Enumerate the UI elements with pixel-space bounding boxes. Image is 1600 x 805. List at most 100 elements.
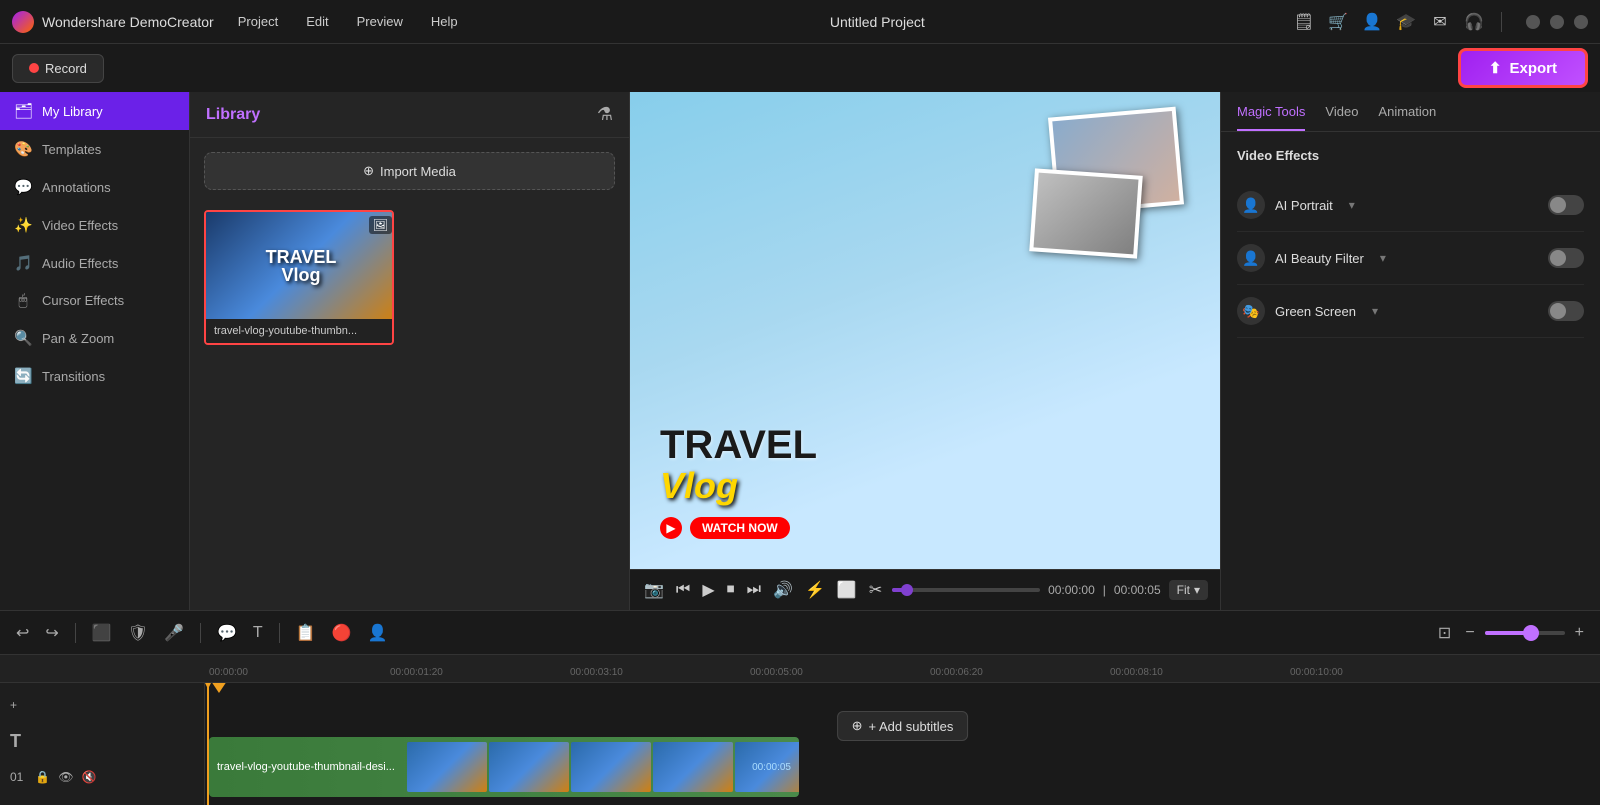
ai-portrait-chevron[interactable]: ▾: [1349, 198, 1355, 212]
undo-button[interactable]: ↩: [12, 619, 33, 647]
zoom-out-button[interactable]: −: [1461, 620, 1478, 646]
filter-icon[interactable]: ⚗: [597, 104, 613, 125]
watch-now-button[interactable]: ▶ WATCH NOW: [660, 517, 817, 539]
clip-thumb-1: [407, 742, 487, 792]
next-frame-button[interactable]: ⏭: [745, 579, 763, 601]
preview-panel: TRAVEL Vlog ▶ WATCH NOW 📷 ⏮ ▶: [630, 92, 1220, 610]
transitions-icon: 🔄: [14, 367, 32, 385]
comment-button[interactable]: 💬: [213, 619, 241, 647]
ai-beauty-label: AI Beauty Filter: [1275, 251, 1364, 266]
stop-button[interactable]: ⏹: [725, 579, 737, 601]
ai-beauty-filter-info: 👤 AI Beauty Filter ▾: [1237, 244, 1386, 272]
fit-frame-button[interactable]: ⊡: [1434, 619, 1455, 647]
menu-project[interactable]: Project: [234, 12, 282, 31]
cut-button[interactable]: ✂: [867, 578, 884, 602]
mute-icon[interactable]: 🔇: [82, 770, 97, 784]
media-thumbnail: TRAVELVlog 🖼: [206, 212, 394, 319]
import-media-button[interactable]: ⊕ Import Media: [204, 152, 615, 190]
fit-button[interactable]: Fit ▾: [1169, 580, 1208, 600]
mail-icon[interactable]: ✉: [1429, 11, 1451, 33]
preview-text-overlay: TRAVEL Vlog ▶ WATCH NOW: [660, 425, 817, 539]
record-button[interactable]: Record: [12, 54, 104, 83]
sidebar-item-templates[interactable]: 🎨 Templates: [0, 130, 189, 168]
ai-beauty-chevron[interactable]: ▾: [1380, 251, 1386, 265]
tab-magic-tools[interactable]: Magic Tools: [1237, 104, 1305, 131]
copy2-button[interactable]: 🔴: [328, 619, 356, 647]
video-clip[interactable]: travel-vlog-youtube-thumbnail-desi... 00…: [209, 737, 799, 797]
new-project-icon[interactable]: 🗒: [1293, 11, 1315, 33]
topbar-menu: Project Edit Preview Help: [234, 12, 462, 31]
support-icon[interactable]: 🎧: [1463, 11, 1485, 33]
layer-plus-icon[interactable]: +: [10, 698, 17, 712]
sidebar-item-annotations[interactable]: 💬 Annotations: [0, 168, 189, 206]
clip-thumb-4: [653, 742, 733, 792]
preview-timeline[interactable]: [892, 588, 1040, 592]
sidebar-item-transitions[interactable]: 🔄 Transitions: [0, 357, 189, 395]
sidebar-label-my-library: My Library: [42, 104, 103, 119]
tab-animation[interactable]: Animation: [1378, 104, 1436, 131]
crop-button[interactable]: ⬜: [835, 578, 859, 602]
clip-label: travel-vlog-youtube-thumbnail-desi...: [209, 761, 403, 773]
play-button[interactable]: ▶: [700, 578, 716, 602]
cart-icon[interactable]: 🛒: [1327, 11, 1349, 33]
my-library-icon: 🗂: [14, 102, 32, 120]
ruler-mark-4: 00:00:06:20: [930, 667, 983, 678]
sidebar-item-cursor-effects[interactable]: 🖱 Cursor Effects: [0, 282, 189, 319]
project-title: Untitled Project: [462, 14, 1293, 30]
ai-beauty-icon: 👤: [1237, 244, 1265, 272]
speed-button[interactable]: ⚡: [803, 578, 827, 602]
media-item[interactable]: TRAVELVlog 🖼 travel-vlog-youtube-thumbn.…: [204, 210, 394, 345]
graduation-icon[interactable]: 🎓: [1395, 11, 1417, 33]
add-subtitles-button[interactable]: ⊕ + Add subtitles: [837, 711, 969, 741]
play-circle-icon: ▶: [660, 517, 682, 539]
maximize-button[interactable]: □: [1550, 15, 1564, 29]
volume-button[interactable]: 🔊: [771, 578, 795, 602]
sidebar-item-my-library[interactable]: 🗂 My Library: [0, 92, 189, 130]
ai-portrait-icon: 👤: [1237, 191, 1265, 219]
person-button[interactable]: 👤: [364, 619, 392, 647]
eye-icon[interactable]: 👁: [58, 770, 73, 784]
user-icon[interactable]: 👤: [1361, 11, 1383, 33]
tab-video[interactable]: Video: [1325, 104, 1358, 131]
shield-button[interactable]: 🛡: [124, 619, 152, 647]
sidebar-item-video-effects[interactable]: ✨ Video Effects: [0, 206, 189, 244]
ai-portrait-toggle-knob: [1550, 197, 1566, 213]
green-screen-chevron[interactable]: ▾: [1372, 304, 1378, 318]
text-button[interactable]: T: [249, 620, 267, 646]
copy-button[interactable]: 📋: [292, 619, 320, 647]
ruler-mark-0: 00:00:00: [209, 667, 248, 678]
add-subtitles-icon: ⊕: [852, 718, 863, 734]
fit-label: Fit: [1177, 583, 1190, 597]
sidebar-item-pan-zoom[interactable]: 🔍 Pan & Zoom: [0, 319, 189, 357]
ai-beauty-toggle-knob: [1550, 250, 1566, 266]
preview-video: TRAVEL Vlog ▶ WATCH NOW: [630, 92, 1220, 569]
lock-icon[interactable]: 🔒: [35, 770, 50, 784]
prev-frame-button[interactable]: ⏮: [674, 579, 692, 601]
menu-edit[interactable]: Edit: [302, 12, 332, 31]
menu-help[interactable]: Help: [427, 12, 462, 31]
zoom-controls: ⊡ − +: [1434, 619, 1588, 647]
image-type-icon: 🖼: [369, 216, 392, 234]
menu-preview[interactable]: Preview: [353, 12, 407, 31]
green-screen-toggle[interactable]: [1548, 301, 1584, 321]
library-content: ⊕ Import Media TRAVELVlog 🖼 travel-vlog-…: [190, 138, 629, 610]
zoom-in-button[interactable]: +: [1571, 620, 1588, 646]
playhead-marker: [211, 683, 227, 693]
sidebar-item-audio-effects[interactable]: 🎵 Audio Effects: [0, 244, 189, 282]
ai-portrait-row: 👤 AI Portrait ▾: [1237, 179, 1584, 232]
export-button[interactable]: ⬆ Export: [1458, 48, 1588, 88]
screenshot-button[interactable]: 📷: [642, 578, 666, 602]
zoom-slider[interactable]: [1485, 631, 1565, 635]
redo-button[interactable]: ↪: [41, 619, 62, 647]
crop-tool-button[interactable]: ⬛: [88, 619, 116, 647]
minimize-button[interactable]: −: [1526, 15, 1540, 29]
ai-beauty-toggle[interactable]: [1548, 248, 1584, 268]
pan-zoom-icon: 🔍: [14, 329, 32, 347]
ai-portrait-toggle[interactable]: [1548, 195, 1584, 215]
video-effects-icon: ✨: [14, 216, 32, 234]
close-button[interactable]: ×: [1574, 15, 1588, 29]
video-effects-section-title: Video Effects: [1237, 148, 1584, 163]
mic-button[interactable]: 🎤: [160, 619, 188, 647]
ruler-mark-3: 00:00:05:00: [750, 667, 803, 678]
topbar-separator: [1501, 12, 1502, 32]
